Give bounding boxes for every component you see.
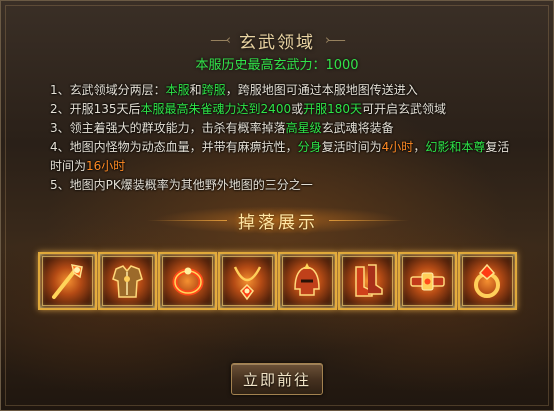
rule-line: 5、地图内PK爆装概率为其他野外地图的三分之一 xyxy=(50,176,520,195)
rule-highlight: 幻影和本尊 xyxy=(425,140,486,154)
drop-showcase-title: 掉落展示 xyxy=(238,212,318,233)
history-max-power: 本服历史最高玄武力：1000 xyxy=(195,58,359,73)
rule-text: 5、地图内PK爆装概率为其他野外地图的三分之一 xyxy=(50,178,313,192)
rule-highlight: 高星级 xyxy=(285,121,322,135)
boots-icon xyxy=(355,264,383,297)
rule-text: 或 xyxy=(291,102,304,116)
title-row: —–‹ 玄武领域 ›–— xyxy=(1,28,553,53)
rule-text: 2、开服135天后 xyxy=(50,102,141,116)
ring-icon xyxy=(474,263,500,298)
rules-list: 1、玄武领域分两层：本服和跨服，跨服地图可通过本服地图传送进入 2、开服135天后… xyxy=(50,81,520,195)
rule-highlight: 16小时 xyxy=(86,159,126,173)
drop-item-slot[interactable] xyxy=(398,252,457,310)
drop-item-list xyxy=(38,252,518,310)
rule-highlight: 开服180天 xyxy=(303,102,363,116)
drop-item-slot[interactable] xyxy=(458,252,517,310)
rule-highlight: 本服最高朱雀魂力达到2400 xyxy=(140,102,292,116)
rule-text: ， xyxy=(413,140,426,154)
panel-title: 玄武领域 xyxy=(239,32,315,53)
rule-highlight: 4小时 xyxy=(381,140,414,154)
bracelet-icon xyxy=(172,267,204,296)
rule-text: 4、地图内怪物为动态血量，并带有麻痹抗性， xyxy=(50,140,298,154)
title-ornament-right-icon: ›–— xyxy=(325,32,346,48)
rule-highlight: 本服 xyxy=(165,83,190,97)
rule-line: 1、玄武领域分两层：本服和跨服，跨服地图可通过本服地图传送进入 xyxy=(50,81,520,100)
drop-item-slot[interactable] xyxy=(158,252,217,310)
drop-item-slot[interactable] xyxy=(278,252,337,310)
helmet-icon xyxy=(294,263,320,296)
rule-text: 玄武魂将装备 xyxy=(321,121,394,135)
belt-icon xyxy=(410,272,445,291)
go-now-button[interactable]: 立即前往 xyxy=(231,363,323,395)
rule-line: 4、地图内怪物为动态血量，并带有麻痹抗性，分身复活时间为4小时，幻影和本尊复活时… xyxy=(50,138,520,176)
rule-text: ，跨服地图可通过本服地图传送进入 xyxy=(225,83,418,97)
rule-highlight: 分身 xyxy=(297,140,322,154)
drop-item-slot[interactable] xyxy=(338,252,397,310)
rule-highlight: 跨服 xyxy=(201,83,226,97)
xuanwu-domain-panel: —–‹ 玄武领域 ›–— 本服历史最高玄武力：1000 1、玄武领域分两层：本服… xyxy=(0,0,554,411)
drop-showcase-header: 掉落展示 xyxy=(141,207,415,233)
rule-text: 可开启玄武领域 xyxy=(362,102,447,116)
necklace-icon xyxy=(233,266,262,301)
rule-text: 1、玄武领域分两层： xyxy=(50,83,166,97)
rule-text: 3、领主着强大的群攻能力，击杀有概率掉落 xyxy=(50,121,286,135)
armor-icon xyxy=(112,265,143,298)
rule-line: 3、领主着强大的群攻能力，击杀有概率掉落高星级玄武魂将装备 xyxy=(50,119,520,138)
scepter-icon xyxy=(52,264,83,299)
rule-line: 2、开服135天后本服最高朱雀魂力达到2400或开服180天可开启玄武领域 xyxy=(50,100,520,119)
rule-text: 复活时间为 xyxy=(321,140,382,154)
rule-text: 和 xyxy=(189,83,202,97)
drop-item-slot[interactable] xyxy=(38,252,97,310)
drop-item-slot[interactable] xyxy=(218,252,277,310)
drop-item-slot[interactable] xyxy=(98,252,157,310)
title-ornament-left-icon: —–‹ xyxy=(210,32,231,48)
